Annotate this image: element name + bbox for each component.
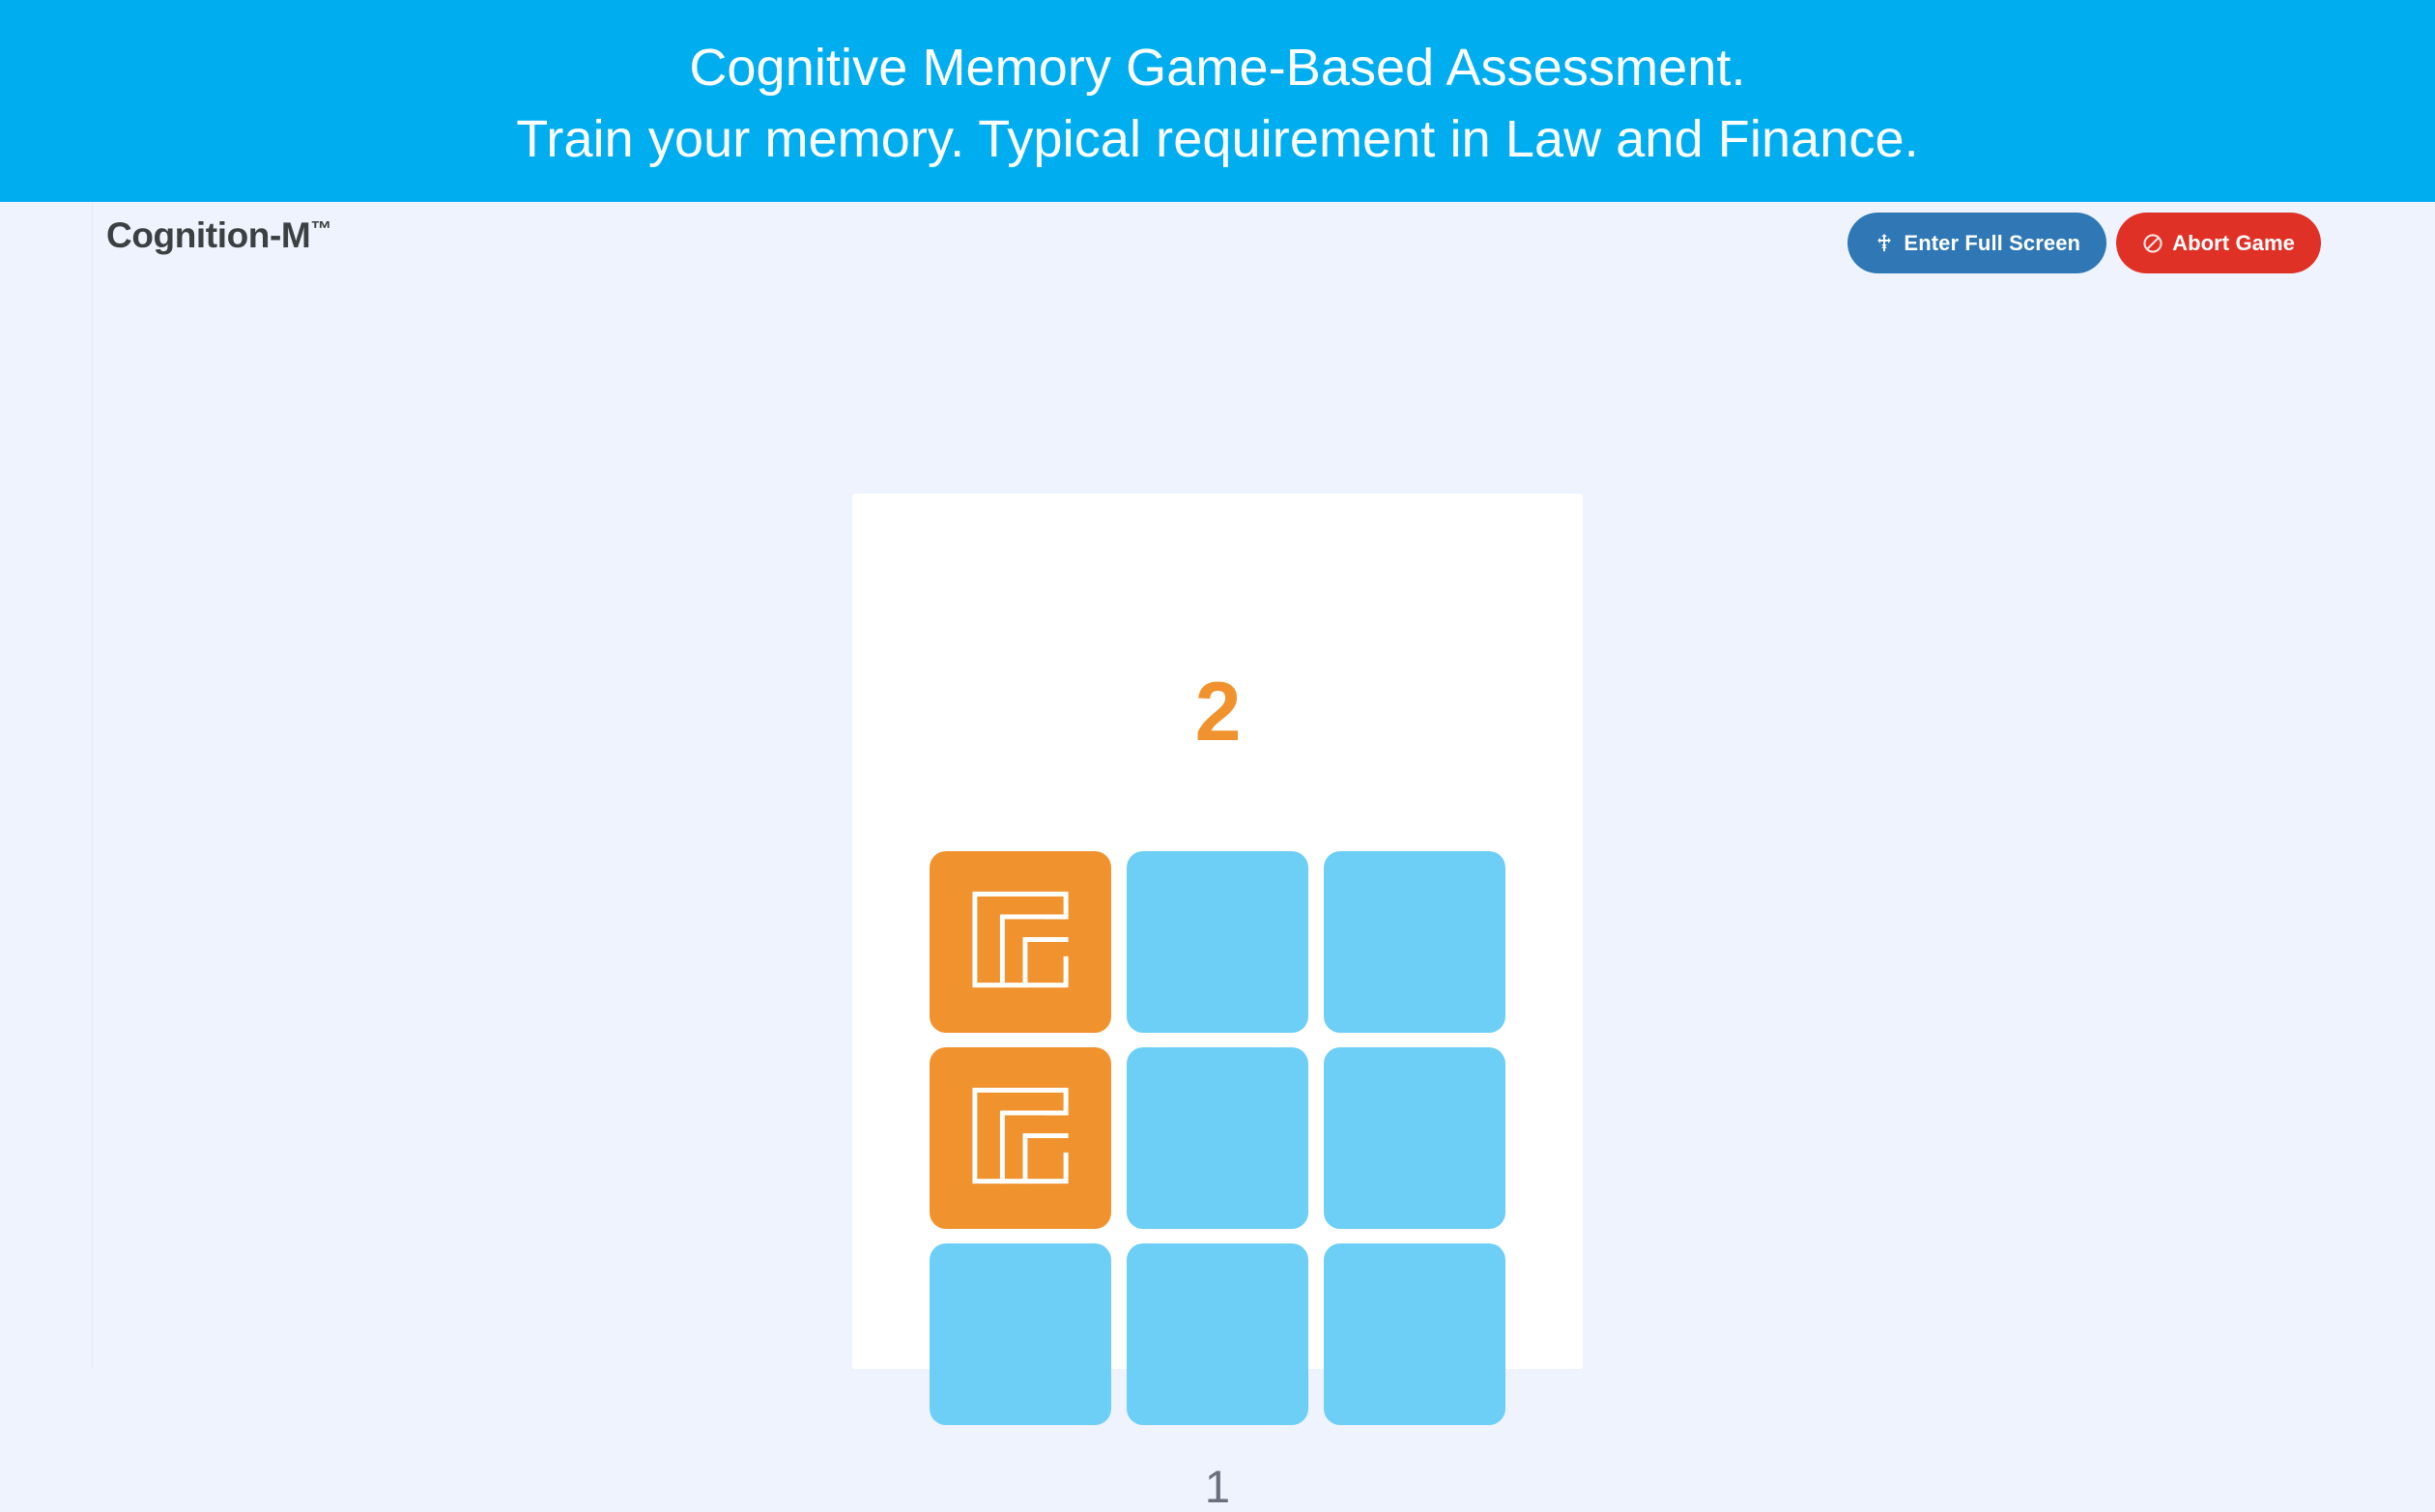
- enter-full-screen-label: Enter Full Screen: [1904, 230, 2081, 255]
- tile-r2c2[interactable]: [1127, 1047, 1308, 1229]
- round-counter: 2: [1194, 666, 1242, 758]
- tile-r3c2[interactable]: [1127, 1243, 1308, 1425]
- ban-icon: [2142, 233, 2163, 254]
- memory-tile-grid: [930, 851, 1505, 1425]
- app-shell: Cognition-M™ Enter Full Screen Abort Gam…: [0, 202, 2435, 1509]
- tile-r1c3[interactable]: [1324, 851, 1505, 1033]
- tile-r1c1[interactable]: [930, 851, 1111, 1033]
- abort-game-button[interactable]: Abort Game: [2116, 213, 2321, 273]
- promo-banner-line-2: Train your memory. Typical requirement i…: [516, 109, 1919, 168]
- promo-banner-line-1: Cognitive Memory Game-Based Assessment.: [689, 38, 1746, 97]
- arrows-alt-icon: [1874, 233, 1895, 254]
- maze-spiral-icon: [960, 880, 1080, 1005]
- game-card: 2 1: [852, 494, 1583, 1509]
- trademark-mark: ™: [310, 216, 332, 241]
- score-counter: 1: [1204, 1461, 1231, 1512]
- tile-r2c3[interactable]: [1324, 1047, 1505, 1229]
- tile-r2c1[interactable]: [930, 1047, 1111, 1229]
- promo-banner: Cognitive Memory Game-Based Assessment. …: [0, 0, 2435, 202]
- enter-full-screen-button[interactable]: Enter Full Screen: [1848, 213, 2107, 273]
- app-topbar: Cognition-M™ Enter Full Screen Abort Gam…: [0, 202, 2435, 294]
- content-left-divider: [92, 202, 93, 1369]
- topbar-actions: Enter Full Screen Abort Game: [1848, 213, 2321, 273]
- tile-r3c3[interactable]: [1324, 1243, 1505, 1425]
- app-title: Cognition-M™: [106, 215, 331, 256]
- tile-r3c1[interactable]: [930, 1243, 1111, 1425]
- app-title-text: Cognition-M: [106, 215, 311, 255]
- maze-spiral-icon: [960, 1076, 1080, 1201]
- abort-game-label: Abort Game: [2172, 230, 2295, 255]
- tile-r1c2[interactable]: [1127, 851, 1308, 1033]
